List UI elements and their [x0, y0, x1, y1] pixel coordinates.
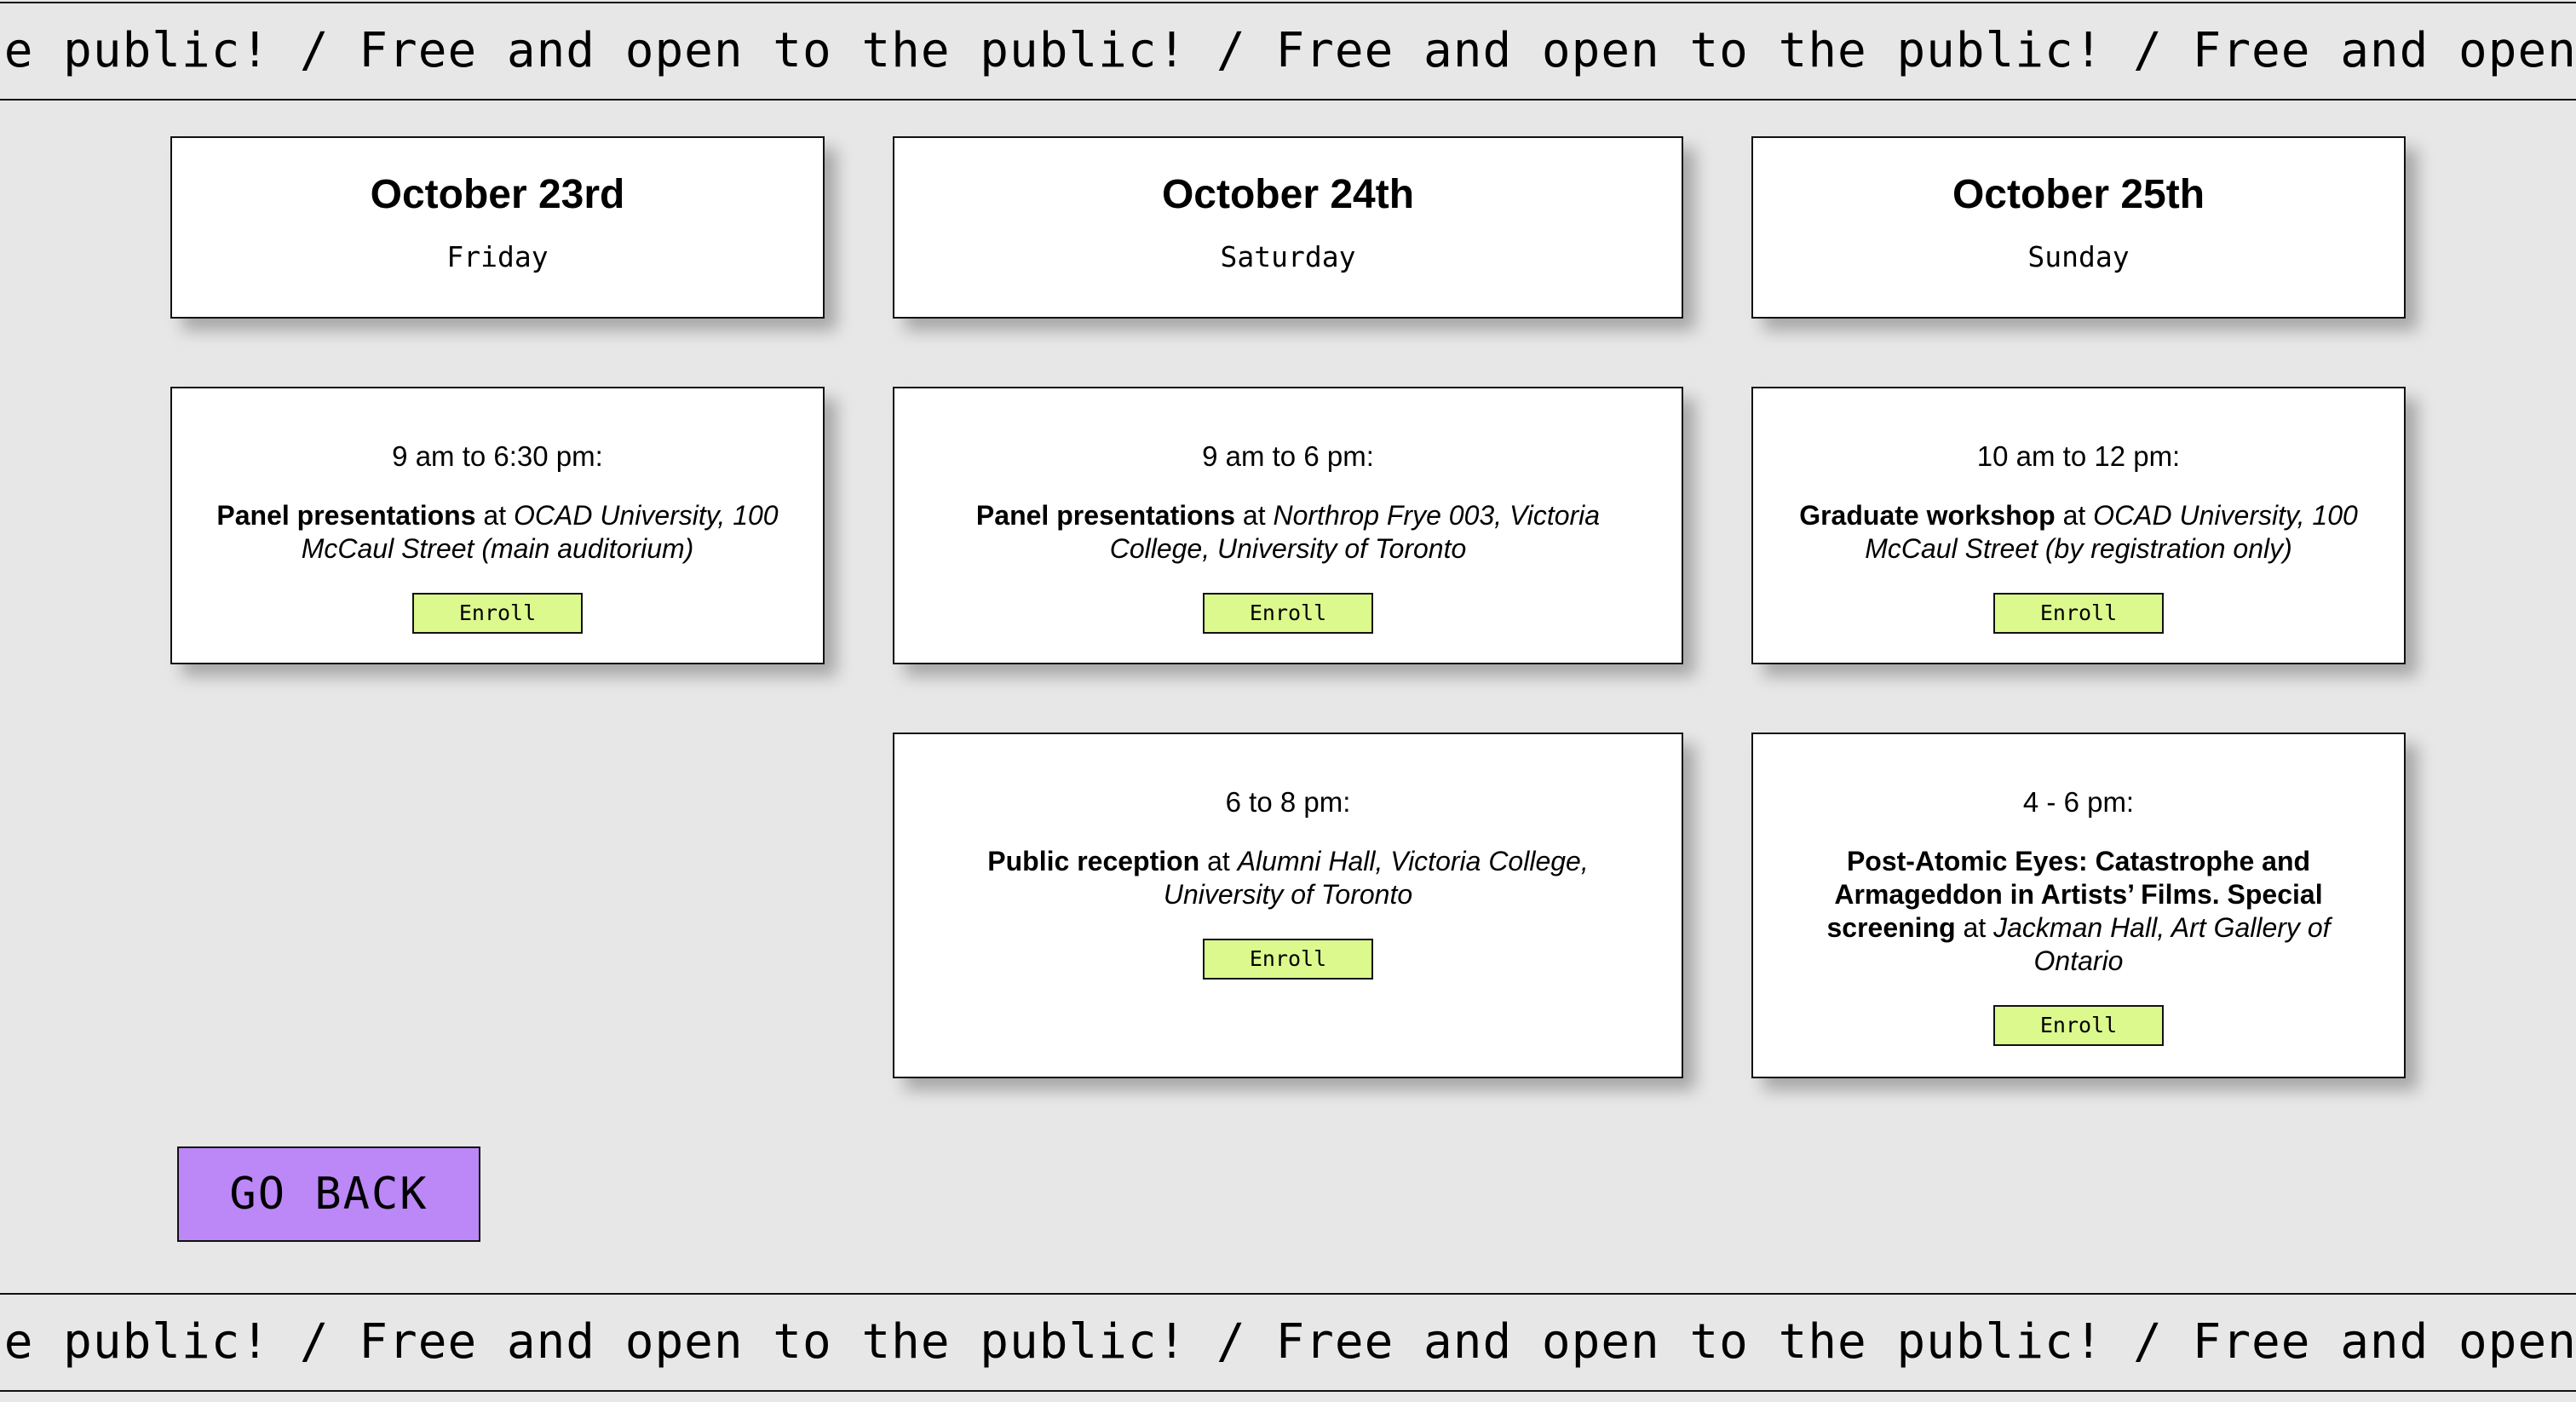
- event-card: 4 - 6 pm: Post-Atomic Eyes: Catastrophe …: [1751, 733, 2406, 1078]
- top-marquee: ne public! / Free and open to the public…: [0, 2, 2576, 101]
- go-back-button[interactable]: GO BACK: [177, 1146, 480, 1242]
- event-title: Public reception: [987, 846, 1200, 876]
- event-connector: at: [2055, 500, 2094, 531]
- day-date: October 24th: [1161, 172, 1415, 217]
- event-connector: at: [1199, 846, 1238, 876]
- enroll-button[interactable]: Enroll: [412, 593, 583, 634]
- event-description: Panel presentations at OCAD University, …: [203, 499, 792, 566]
- event-card: 9 am to 6:30 pm: Panel presentations at …: [170, 387, 825, 664]
- event-title: Graduate workshop: [1799, 500, 2056, 531]
- enroll-button[interactable]: Enroll: [1993, 593, 2164, 634]
- day-card-oct-24: October 24th Saturday: [893, 136, 1683, 319]
- event-location: Jackman Hall, Art Gallery of Ontario: [1993, 912, 2331, 976]
- marquee-text: ne public! / Free and open to the public…: [0, 23, 2576, 78]
- enroll-button[interactable]: Enroll: [1203, 939, 1373, 980]
- day-date: October 25th: [1952, 172, 2205, 217]
- event-card: 6 to 8 pm: Public reception at Alumni Ha…: [893, 733, 1683, 1078]
- event-description: Post-Atomic Eyes: Catastrophe and Armage…: [1784, 845, 2373, 978]
- event-connector: at: [1955, 912, 1994, 943]
- event-title: Panel presentations: [975, 500, 1236, 531]
- bottom-marquee: ne public! / Free and open to the public…: [0, 1293, 2576, 1392]
- day-card-oct-25: October 25th Sunday: [1751, 136, 2406, 319]
- event-time: 6 to 8 pm:: [1225, 786, 1351, 818]
- marquee-text: ne public! / Free and open to the public…: [0, 1314, 2576, 1370]
- event-time: 4 - 6 pm:: [2022, 786, 2135, 818]
- event-description: Public reception at Alumni Hall, Victori…: [925, 845, 1651, 911]
- event-time: 9 am to 6:30 pm:: [392, 440, 603, 472]
- enroll-button[interactable]: Enroll: [1993, 1005, 2164, 1046]
- event-card: 10 am to 12 pm: Graduate workshop at OCA…: [1751, 387, 2406, 664]
- event-description: Panel presentations at Northrop Frye 003…: [925, 499, 1651, 566]
- event-time: 10 am to 12 pm:: [1976, 440, 2181, 472]
- day-weekday: Friday: [446, 240, 549, 273]
- day-weekday: Saturday: [1220, 240, 1356, 273]
- day-card-oct-23: October 23rd Friday: [170, 136, 825, 319]
- day-date: October 23rd: [370, 172, 625, 217]
- event-card: 9 am to 6 pm: Panel presentations at Nor…: [893, 387, 1683, 664]
- event-time: 9 am to 6 pm:: [1202, 440, 1374, 472]
- event-connector: at: [1235, 500, 1274, 531]
- event-description: Graduate workshop at OCAD University, 10…: [1784, 499, 2373, 566]
- event-connector: at: [475, 500, 514, 531]
- enroll-button[interactable]: Enroll: [1203, 593, 1373, 634]
- day-weekday: Sunday: [2027, 240, 2130, 273]
- event-title: Panel presentations: [216, 500, 476, 531]
